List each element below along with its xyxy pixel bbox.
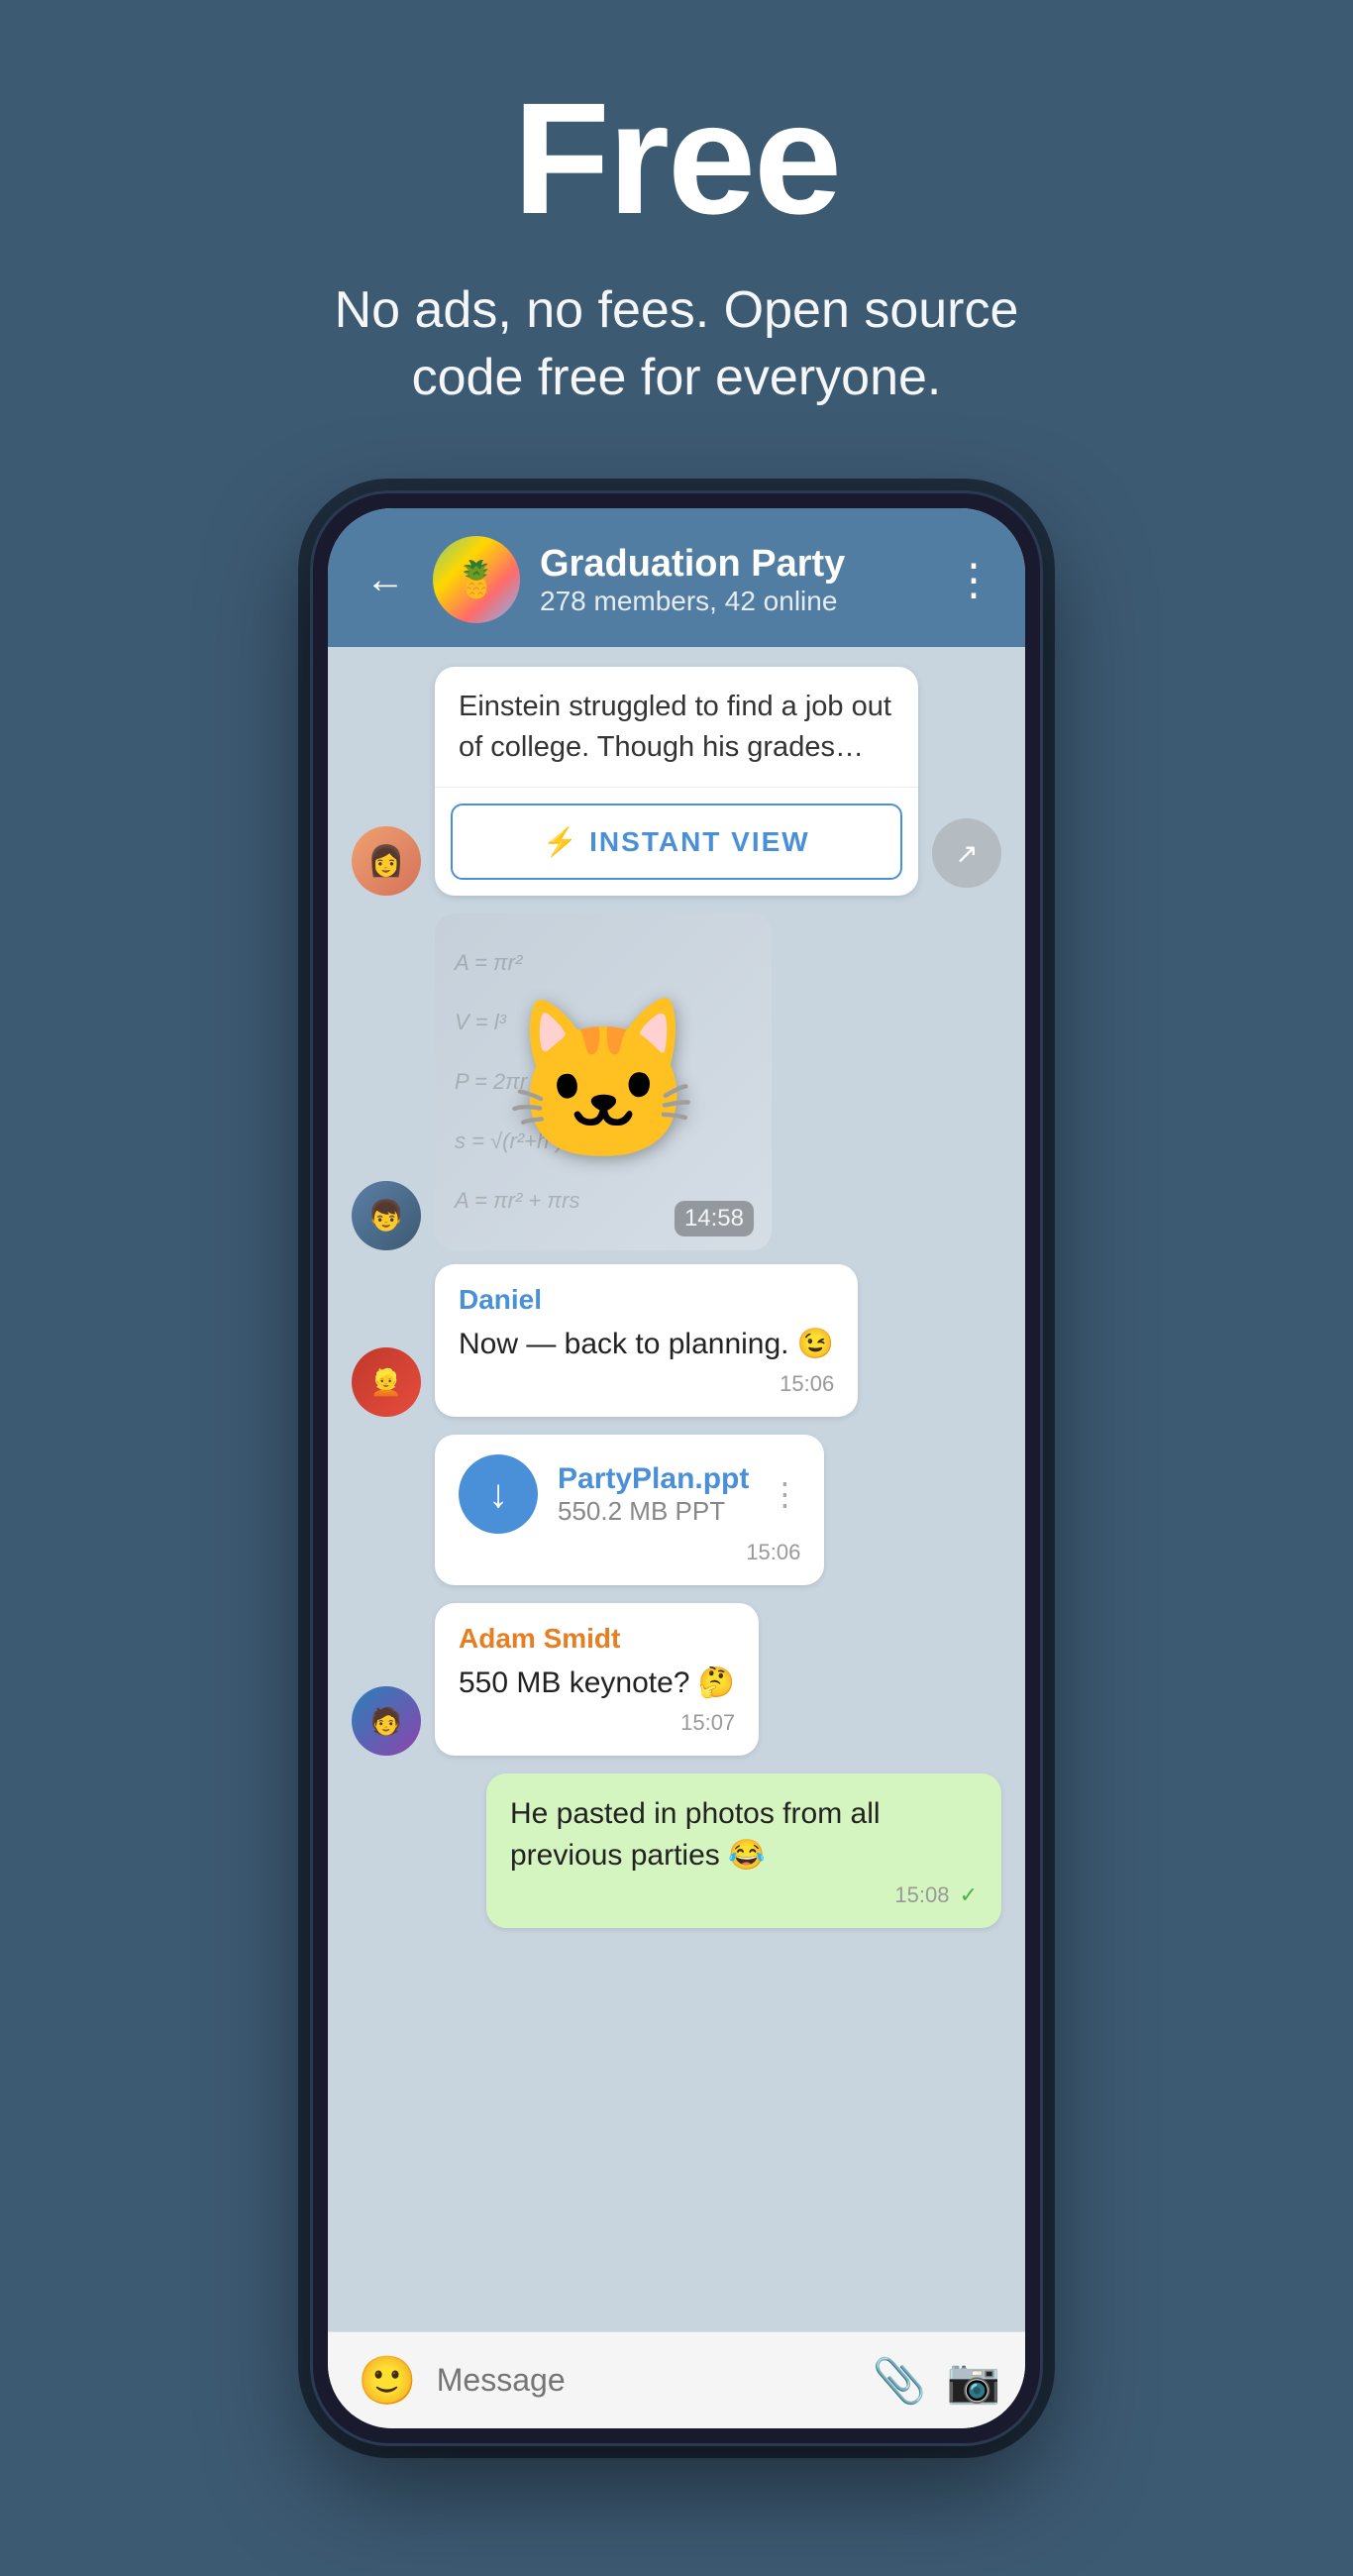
emoji-button[interactable]: 🙂 [358,2352,417,2409]
instant-view-button[interactable]: ⚡ INSTANT VIEW [451,804,902,880]
message-time: 15:07 [459,1710,735,1736]
message-row: 🧑 Adam Smidt 550 MB keynote? 🤔 15:07 [352,1603,1001,1756]
sticker-time: 14:58 [675,1201,754,1236]
chat-info: Graduation Party 278 members, 42 online [540,543,932,617]
avatar: 👦 [352,1181,421,1250]
lightning-icon: ⚡ [543,825,577,858]
bubble-text: He pasted in photos from all previous pa… [510,1793,978,1877]
back-button[interactable]: ← [358,558,413,602]
message-input[interactable] [437,2362,853,2399]
chat-status: 278 members, 42 online [540,586,932,617]
file-menu-button[interactable]: ⋮ [769,1475,800,1513]
message-bubble: Adam Smidt 550 MB keynote? 🤔 15:07 [435,1603,759,1756]
message-bubble: Daniel Now — back to planning. 😉 15:06 [435,1264,858,1417]
message-time: 15:06 [459,1371,834,1397]
sticker-image: A = πr² V = l³ P = 2πr s = √(r²+h²) A = … [435,913,772,1250]
sender-name: Daniel [459,1284,834,1316]
message-content: Einstein struggled to find a job out of … [435,667,918,896]
message-row: ↓ PartyPlan.ppt 550.2 MB PPT ⋮ 15:06 [352,1435,1001,1585]
message-time: 15:08 ✓ [510,1882,978,1908]
cat-sticker: 🐱 [504,990,701,1175]
phone-device: ← 🍍 Graduation Party 278 members, 42 onl… [310,490,1043,2446]
phone-screen: ← 🍍 Graduation Party 278 members, 42 onl… [328,508,1025,2428]
bubble-text: Now — back to planning. 😉 [459,1324,834,1365]
attach-button[interactable]: 📎 [873,2355,927,2407]
avatar: 🧑 [352,1686,421,1756]
chat-avatar: 🍍 [433,536,520,623]
iv-text: Einstein struggled to find a job out of … [435,667,918,788]
share-button[interactable]: ↗ [932,818,1001,888]
menu-button[interactable]: ⋮ [952,555,995,605]
message-row: He pasted in photos from all previous pa… [352,1773,1001,1928]
hero-title: Free [20,79,1333,238]
hero-section: Free No ads, no fees. Open sourcecode fr… [0,0,1353,471]
bubble-text: 550 MB keynote? 🤔 [459,1663,735,1704]
sticker-message: A = πr² V = l³ P = 2πr s = √(r²+h²) A = … [435,913,772,1250]
chat-body: 👩 Einstein struggled to find a job out o… [328,647,1025,2331]
file-bubble: ↓ PartyPlan.ppt 550.2 MB PPT ⋮ 15:06 [435,1435,824,1585]
file-name: PartyPlan.ppt [558,1462,749,1496]
outgoing-bubble: He pasted in photos from all previous pa… [486,1773,1001,1928]
delivered-icon: ✓ [960,1882,978,1907]
input-bar: 🙂 📎 📷 [328,2331,1025,2428]
message-time: 15:06 [459,1540,800,1565]
sticker-row: 👦 A = πr² V = l³ P = 2πr s = √(r²+h²) A … [352,913,1001,1250]
file-size: 550.2 MB PPT [558,1496,749,1527]
phone-wrapper: ← 🍍 Graduation Party 278 members, 42 onl… [0,471,1353,2446]
chat-header: ← 🍍 Graduation Party 278 members, 42 onl… [328,508,1025,647]
sender-name: Adam Smidt [459,1623,735,1655]
iv-button-label: INSTANT VIEW [589,826,810,858]
chat-name: Graduation Party [540,543,932,586]
file-info: PartyPlan.ppt 550.2 MB PPT [558,1462,749,1527]
hero-subtitle: No ads, no fees. Open sourcecode free fo… [20,277,1333,411]
camera-button[interactable]: 📷 [947,2355,1001,2407]
avatar: 👱 [352,1347,421,1417]
instant-view-card: Einstein struggled to find a job out of … [435,667,918,896]
download-button[interactable]: ↓ [459,1454,538,1534]
message-row: 👩 Einstein struggled to find a job out o… [352,667,1001,896]
message-row: 👱 Daniel Now — back to planning. 😉 15:06 [352,1264,1001,1417]
time-text: 15:08 [894,1882,949,1907]
avatar: 👩 [352,826,421,896]
file-row: ↓ PartyPlan.ppt 550.2 MB PPT ⋮ [459,1454,800,1534]
